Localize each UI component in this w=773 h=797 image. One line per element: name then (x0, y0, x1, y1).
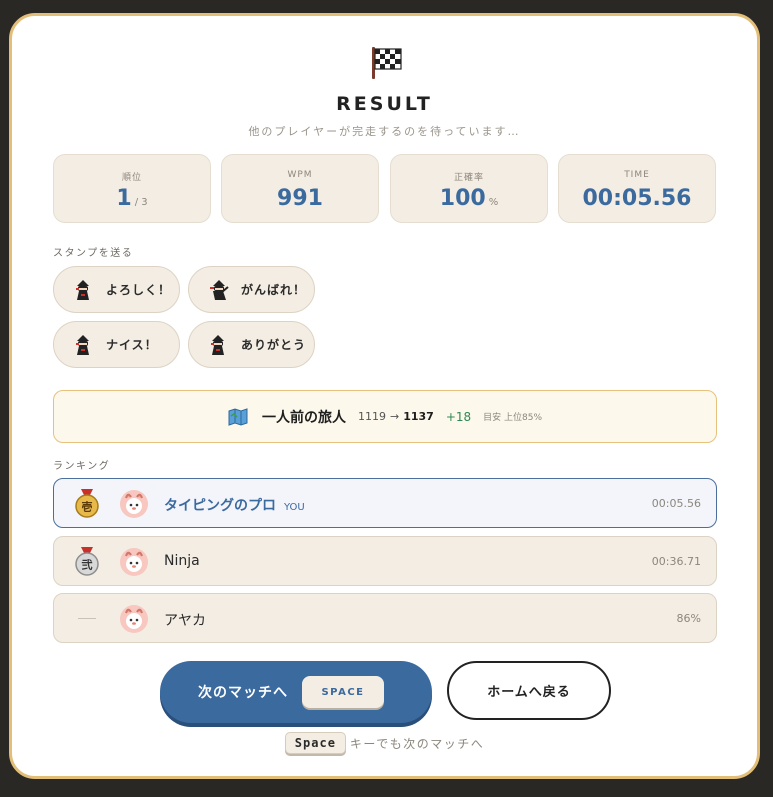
hint-text: キーでも次のマッチへ (349, 736, 485, 751)
home-label: ホームへ戻る (487, 685, 571, 700)
rank-progress-banner: 一人前の旅人 1119 → 1137 +18 目安 上位85% (53, 390, 717, 443)
gold-medal-icon: 壱 (75, 489, 99, 518)
keyboard-hint: Space キーでも次のマッチへ (12, 732, 757, 754)
stat-value: 991 (277, 186, 323, 211)
ranking-row-2: 弐 Ninja 00:36.71 (53, 536, 717, 586)
stamp-arigatou-button[interactable]: ありがとう (188, 321, 315, 368)
stat-label: 正確率 (453, 173, 484, 183)
result-card: RESULT 他のプレイヤーが完走するのを待っています… 順位 1/ 3 WPM… (9, 13, 760, 779)
avatar-icon (120, 490, 148, 518)
silver-medal-icon: 弐 (75, 547, 99, 576)
you-badge: YOU (284, 502, 305, 513)
page-title: RESULT (336, 93, 433, 115)
next-match-button[interactable]: 次のマッチへ SPACE (160, 661, 432, 723)
stat-label: 順位 (121, 173, 142, 183)
rating-from: 1119 (357, 410, 386, 423)
stat-label: TIME (624, 170, 650, 180)
stamp-ganbare-button[interactable]: がんばれ！ (188, 266, 315, 313)
ninja-icon (211, 334, 224, 355)
player-result: 86% (676, 612, 701, 625)
stat-wpm: WPM 991 (221, 154, 379, 223)
rating-delta: +18 (445, 409, 472, 424)
player-result: 00:05.56 (651, 497, 701, 510)
ninja-icon (76, 334, 89, 355)
stamp-label: がんばれ！ (241, 283, 307, 297)
ranking-row-1: 壱 タイピングのプロ YOU 00:05.56 (53, 478, 717, 528)
checkered-flag-icon (372, 47, 402, 79)
stat-accuracy: 正確率 100% (390, 154, 548, 223)
stamps-label: スタンプを送る (53, 248, 134, 259)
stamp-yoroshiku-button[interactable]: よろしく！ (53, 266, 180, 313)
rating-arrow: → (389, 410, 400, 423)
rating-to: 1137 (403, 410, 434, 423)
player-result: 00:36.71 (651, 555, 701, 568)
medal-label: 弐 (82, 558, 93, 572)
stat-value: 00:05.56 (582, 186, 692, 211)
player-name: Ninja (164, 553, 200, 569)
rating-note: 目安 上位85% (483, 413, 543, 423)
stat-label: WPM (287, 170, 313, 180)
waiting-subtitle: 他のプレイヤーが完走するのを待っています… (248, 125, 521, 138)
space-key-hint: Space (284, 732, 346, 754)
ninja-icon (210, 279, 229, 300)
space-key-badge: SPACE (302, 676, 384, 708)
ninja-icon (76, 279, 89, 300)
stamp-label: よろしく！ (106, 283, 172, 297)
stat-time: TIME 00:05.56 (558, 154, 716, 223)
stat-rank: 順位 1/ 3 (53, 154, 211, 223)
player-name: タイピングのプロ (164, 498, 276, 514)
no-rank-dash (78, 618, 96, 619)
home-button[interactable]: ホームへ戻る (447, 661, 611, 720)
stat-suffix: % (488, 197, 499, 208)
stamp-label: ナイス！ (106, 338, 158, 352)
stat-value: 1 (116, 186, 132, 211)
next-match-label: 次のマッチへ (198, 685, 288, 701)
medal-label: 壱 (82, 500, 93, 514)
stamp-nice-button[interactable]: ナイス！ (53, 321, 180, 368)
rank-title: 一人前の旅人 (261, 409, 346, 426)
avatar-icon (120, 605, 148, 633)
avatar-icon (120, 548, 148, 576)
ranking-label: ランキング (53, 461, 111, 472)
stamp-label: ありがとう (241, 338, 307, 352)
ranking-row-3: アヤカ 86% (53, 593, 717, 643)
stat-suffix: / 3 (134, 197, 148, 208)
stat-value: 100 (439, 186, 486, 211)
player-name: アヤカ (164, 613, 206, 629)
map-icon (228, 407, 248, 426)
